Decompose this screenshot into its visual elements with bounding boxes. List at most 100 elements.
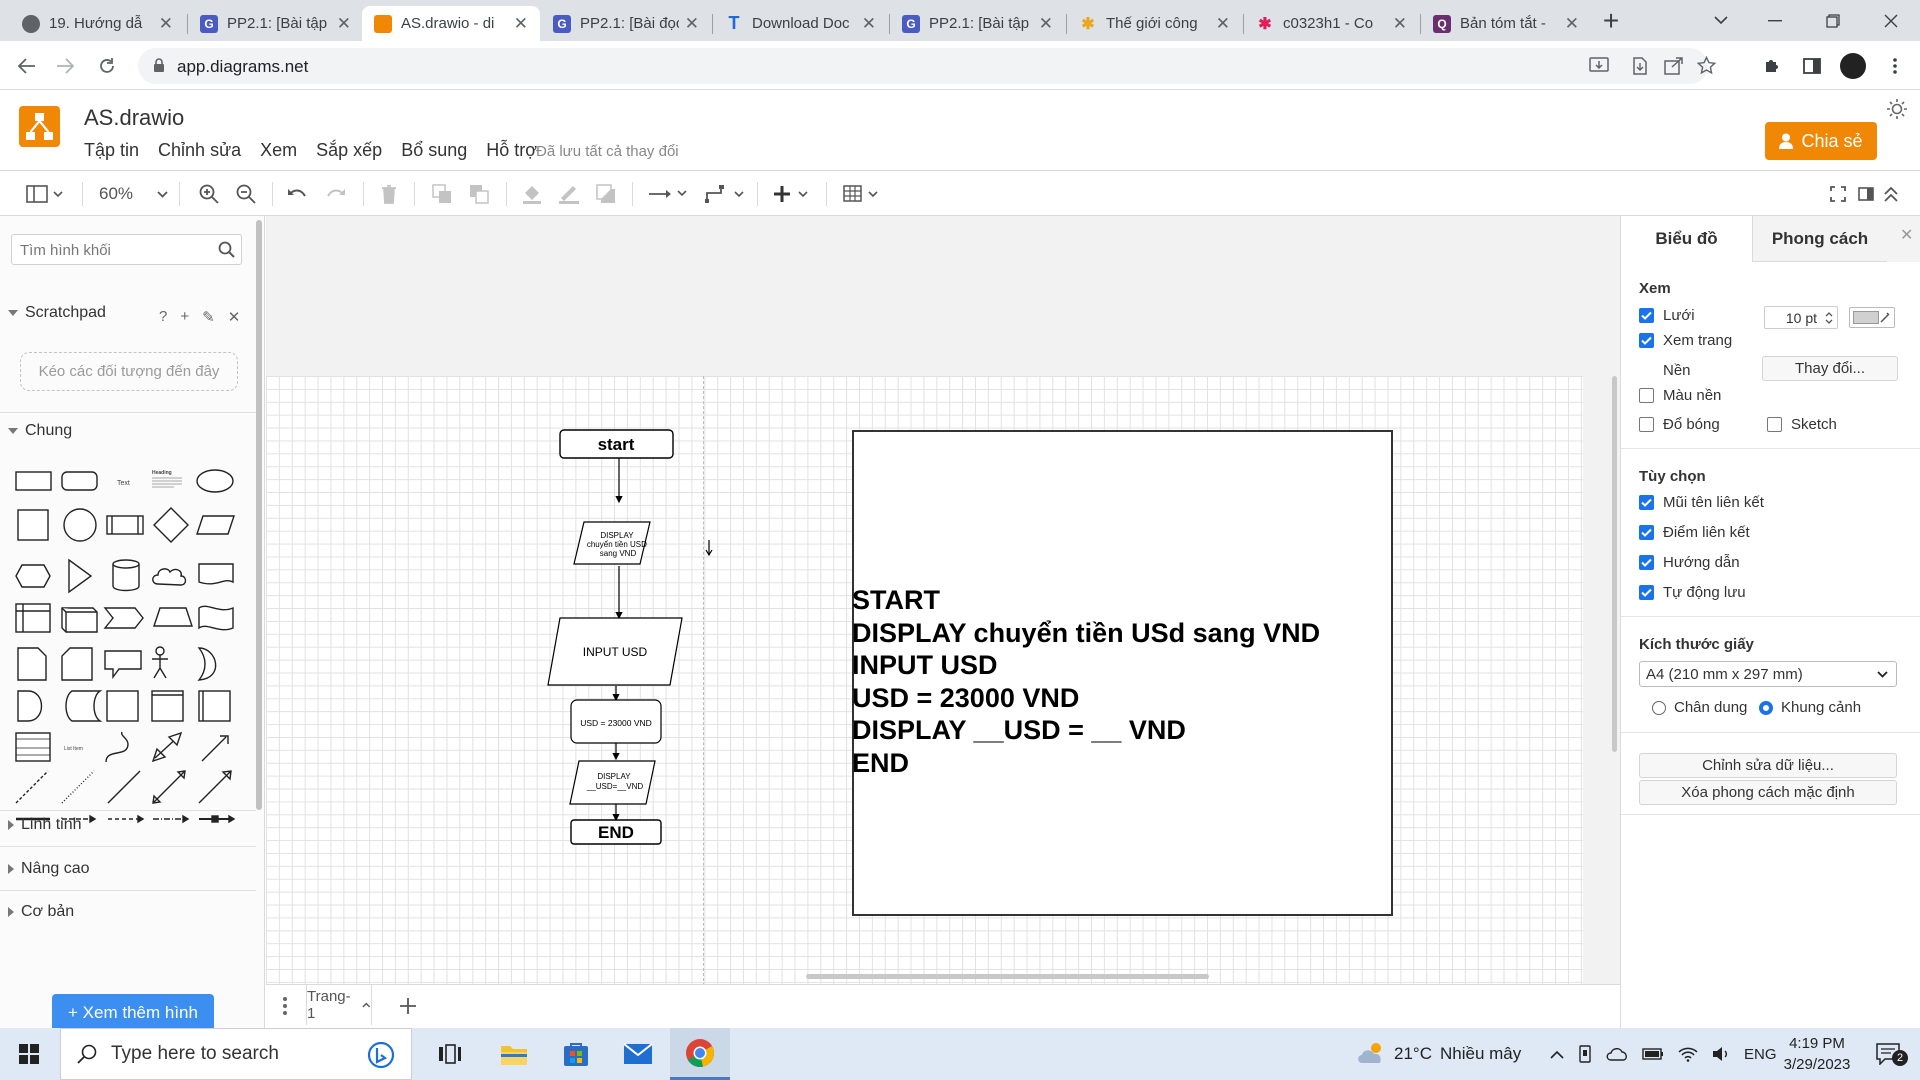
help-icon[interactable]: ? <box>159 308 167 326</box>
landscape-radio[interactable]: Khung cảnh <box>1759 699 1861 716</box>
close-tab-icon[interactable]: ✕ <box>159 14 173 34</box>
menu-view[interactable]: Xem <box>260 140 297 161</box>
grid-size-input[interactable]: 10 pt <box>1764 306 1838 329</box>
save-status[interactable]: Đã lưu tất cả thay đổi <box>536 143 679 160</box>
collapse-chevrons-icon[interactable] <box>1884 182 1898 206</box>
basic-section-header[interactable]: Cơ bản <box>8 903 74 921</box>
battery-icon[interactable] <box>1642 1047 1664 1061</box>
tab-search-chevron-icon[interactable] <box>1694 0 1748 41</box>
browser-tab-active[interactable]: AS.drawio - di ✕ <box>362 6 540 41</box>
back-arrow-icon[interactable] <box>10 49 44 83</box>
tab-diagram[interactable]: Biểu đồ <box>1621 216 1752 262</box>
address-bar[interactable]: app.diagrams.net <box>138 48 1716 84</box>
close-window-icon[interactable] <box>1864 0 1918 41</box>
connection-style-icon[interactable] <box>648 182 690 206</box>
close-tab-icon[interactable]: ✕ <box>685 14 699 34</box>
shadow-checkbox[interactable]: Đổ bóng <box>1639 416 1720 433</box>
connection-arrows-checkbox[interactable]: Mũi tên liên kết <box>1639 494 1764 511</box>
delete-icon[interactable] <box>381 182 397 206</box>
vertical-scrollbar[interactable] <box>1612 376 1617 752</box>
misc-section-header[interactable]: Linh tinh <box>8 816 82 834</box>
close-tab-icon[interactable]: ✕ <box>1565 14 1579 34</box>
share-button[interactable]: Chia sẻ <box>1765 122 1877 160</box>
tab-style[interactable]: Phong cách <box>1752 216 1887 262</box>
shape-palette[interactable]: Text Heading List Item <box>12 458 242 828</box>
close-tab-icon[interactable]: ✕ <box>1393 14 1407 34</box>
weather-widget[interactable]: 21°C Nhiều mây <box>1356 1028 1521 1080</box>
mail-icon[interactable] <box>608 1028 668 1080</box>
more-shapes-button[interactable]: + Xem thêm hình <box>52 994 214 1028</box>
close-tab-icon[interactable]: ✕ <box>337 14 351 34</box>
guides-checkbox[interactable]: Hướng dẫn <box>1639 554 1740 571</box>
fill-color-icon[interactable] <box>522 182 542 206</box>
theme-toggle-icon[interactable] <box>1886 98 1908 120</box>
bookmark-star-icon[interactable] <box>1697 56 1716 75</box>
to-front-icon[interactable] <box>432 182 452 206</box>
minimize-icon[interactable] <box>1748 0 1802 41</box>
notification-center[interactable]: 2 <box>1868 1028 1908 1080</box>
waypoints-icon[interactable] <box>705 182 747 206</box>
extensions-puzzle-icon[interactable] <box>1755 49 1789 83</box>
grid-checkbox[interactable]: Lưới <box>1639 307 1695 324</box>
file-title[interactable]: AS.drawio <box>84 105 184 131</box>
menu-file[interactable]: Tập tin <box>84 140 139 161</box>
browser-menu-icon[interactable] <box>1878 49 1912 83</box>
zoom-out-icon[interactable] <box>236 182 256 206</box>
close-panel-icon[interactable]: ✕ <box>1900 225 1913 245</box>
onedrive-cloud-icon[interactable] <box>1606 1047 1628 1061</box>
sidebar-scrollbar[interactable] <box>256 220 262 810</box>
add-page-icon[interactable] <box>399 997 417 1015</box>
browser-tab-2[interactable]: G PP2.1: [Bài tập ✕ <box>188 6 363 41</box>
taskbar-search-box[interactable]: Type here to search <box>60 1028 412 1080</box>
eyedropper-icon[interactable] <box>1879 311 1891 324</box>
pseudocode-text[interactable]: START DISPLAY chuyển tiền USd sang VND I… <box>852 584 1320 779</box>
stepper-icon[interactable] <box>1824 310 1834 326</box>
windows-start-icon[interactable] <box>0 1028 58 1080</box>
language-indicator[interactable]: ENG <box>1744 1046 1777 1063</box>
to-back-icon[interactable] <box>469 182 489 206</box>
browser-tab-7[interactable]: ✱ Thế giới công ✕ <box>1067 6 1242 41</box>
fullscreen-icon[interactable] <box>1830 182 1846 206</box>
file-explorer-icon[interactable] <box>484 1028 544 1080</box>
scratchpad-dropzone[interactable]: Kéo các đối tượng đến đây <box>20 352 238 391</box>
reset-style-button[interactable]: Xóa phong cách mặc định <box>1639 780 1897 805</box>
grid-color-picker[interactable] <box>1849 307 1895 328</box>
browser-tab-5[interactable]: T Download Doc ✕ <box>713 6 888 41</box>
browser-tab-4[interactable]: G PP2.1: [Bài đọc ✕ <box>541 6 711 41</box>
paper-size-select[interactable]: A4 (210 mm x 297 mm) <box>1639 661 1897 687</box>
page-tab-1[interactable]: Trang-1 <box>306 985 372 1025</box>
menu-extras[interactable]: Bổ sung <box>401 140 467 161</box>
browser-tab-8[interactable]: ✱ c0323h1 - Co ✕ <box>1244 6 1419 41</box>
install-app-icon[interactable] <box>1589 57 1609 75</box>
edit-data-button[interactable]: Chỉnh sửa dữ liệu... <box>1639 753 1897 778</box>
page-view-checkbox[interactable]: Xem trang <box>1639 332 1732 349</box>
download-file-icon[interactable] <box>1632 57 1648 75</box>
general-section-header[interactable]: Chung <box>8 422 72 440</box>
redo-icon[interactable] <box>326 182 346 206</box>
menu-edit[interactable]: Chỉnh sửa <box>158 140 241 161</box>
shape-search-input[interactable]: Tìm hình khối <box>11 234 242 265</box>
reload-icon[interactable] <box>90 49 124 83</box>
chevron-up-icon[interactable] <box>362 1002 371 1008</box>
advanced-section-header[interactable]: Nâng cao <box>8 860 90 878</box>
side-panel-icon[interactable] <box>1795 49 1829 83</box>
zoom-select[interactable]: 60% <box>99 182 168 206</box>
search-icon[interactable] <box>218 241 235 258</box>
restore-icon[interactable] <box>1806 0 1860 41</box>
chevron-up-icon[interactable] <box>1550 1050 1564 1059</box>
format-panel-toggle-icon[interactable] <box>1858 182 1874 206</box>
browser-tab-1[interactable]: 19. Hướng dẫ ✕ <box>10 6 185 41</box>
microsoft-store-icon[interactable] <box>546 1028 606 1080</box>
browser-tab-9[interactable]: Q Bản tóm tắt - ✕ <box>1421 6 1591 41</box>
view-panels-icon[interactable] <box>26 182 64 206</box>
sketch-checkbox[interactable]: Sketch <box>1767 416 1837 433</box>
clock[interactable]: 4:19 PM 3/29/2023 <box>1775 1028 1859 1080</box>
table-icon[interactable] <box>843 182 883 206</box>
line-color-icon[interactable] <box>558 182 580 206</box>
share-page-icon[interactable] <box>1664 57 1684 75</box>
pencil-icon[interactable]: ✎ <box>202 308 215 326</box>
add-icon[interactable]: + <box>180 308 189 326</box>
device-icon[interactable] <box>1578 1045 1592 1063</box>
close-icon[interactable]: ✕ <box>228 308 241 326</box>
connection-points-checkbox[interactable]: Điểm liên kết <box>1639 524 1750 541</box>
